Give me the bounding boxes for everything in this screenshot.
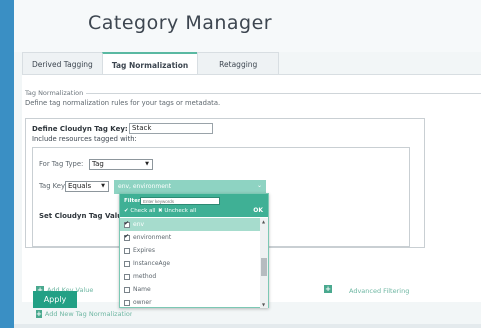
section-description: Define tag normalization rules for your … [25, 99, 221, 107]
checkbox-icon[interactable] [124, 286, 130, 293]
tag-values-display: env, environment [118, 183, 172, 190]
ok-button[interactable]: OK [253, 207, 263, 214]
check-all-button[interactable]: ✔ Check all [124, 208, 155, 214]
tab-tag-normalization[interactable]: Tag Normalization [101, 52, 199, 74]
chevron-down-icon: ▼ [145, 161, 149, 167]
list-item[interactable]: owner [120, 296, 260, 308]
tag-type-value: Tag [92, 160, 104, 168]
list-item[interactable]: env [120, 218, 260, 231]
category-manager-window: Category Manager Derived Tagging Tag Nor… [0, 0, 481, 328]
header: Category Manager [14, 0, 481, 52]
tag-key-label: Tag Key [39, 182, 65, 190]
advanced-filtering-label: Advanced Filtering [349, 287, 410, 295]
scroll-down-icon[interactable]: ▼ [262, 302, 265, 307]
list-item-label: InstanceAge [133, 260, 171, 267]
tag-values-dropdown[interactable]: env, environment ⌄ [114, 180, 266, 194]
plus-icon: + [36, 310, 42, 318]
list-item[interactable]: environment [120, 231, 260, 244]
bottom-border [14, 324, 481, 328]
tag-type-select[interactable]: Tag ▼ [89, 159, 153, 170]
page-title: Category Manager [88, 12, 273, 34]
list-item-label: environment [133, 234, 172, 241]
list-item[interactable]: method [120, 270, 260, 283]
chevron-down-icon: ▼ [101, 183, 105, 189]
list-item-label: env [133, 221, 145, 228]
list-item-label: owner [133, 299, 152, 306]
list-item-label: Expires [133, 247, 155, 254]
uncheck-all-button[interactable]: ✖ Uncheck all [158, 208, 196, 214]
add-new-tag-normalization-link[interactable]: + Add New Tag Normalization [36, 310, 132, 318]
list-item[interactable]: InstanceAge [120, 257, 260, 270]
filter-input[interactable] [140, 197, 220, 205]
set-value-label: Set Cloudyn Tag Value [39, 212, 119, 220]
operator-value: Equals [68, 182, 92, 190]
checkbox-icon[interactable] [124, 260, 130, 267]
checkbox-checked-icon[interactable] [124, 233, 130, 241]
list-item-label: method [133, 273, 157, 280]
tab-bar: Derived Tagging Tag Normalization Retagg… [22, 52, 280, 74]
advanced-filtering-link[interactable]: + [324, 285, 335, 293]
list-scrollbar[interactable]: ▲ ▼ [260, 218, 268, 308]
define-key-label: Define Cloudyn Tag Key: [32, 125, 128, 133]
operator-select[interactable]: Equals ▼ [65, 181, 109, 192]
tag-key-input[interactable]: Stack [129, 123, 213, 134]
tag-values-list: env environment Expires InstanceAge meth… [120, 218, 260, 308]
advanced-filtering-label-wrap[interactable]: Advanced Filtering [349, 287, 409, 295]
include-label: Include resources tagged with: [32, 135, 137, 143]
list-item[interactable]: Expires [120, 244, 260, 257]
chevron-down-icon: ⌄ [256, 182, 262, 189]
tab-retagging[interactable]: Retagging [197, 52, 280, 74]
checkbox-checked-icon[interactable] [124, 220, 130, 228]
list-item-label: Name [133, 286, 151, 293]
section-legend: Tag Normalization [25, 89, 87, 97]
tab-derived-tagging[interactable]: Derived Tagging [22, 52, 103, 74]
apply-button[interactable]: Apply [33, 291, 77, 308]
scroll-up-icon[interactable]: ▲ [262, 219, 265, 224]
checkbox-icon[interactable] [124, 273, 130, 280]
scrollbar-thumb[interactable] [261, 258, 267, 276]
list-item[interactable]: Name [120, 283, 260, 296]
plus-icon: + [324, 285, 332, 293]
tag-values-popup: Filter: ✔ Check all ✖ Uncheck all OK env… [119, 193, 269, 308]
checkbox-icon[interactable] [124, 247, 130, 254]
section-divider [68, 93, 481, 94]
for-tag-type-label: For Tag Type: [39, 160, 84, 168]
checkbox-icon[interactable] [124, 299, 130, 306]
add-new-tag-normalization-label: Add New Tag Normalization [44, 310, 132, 318]
filter-bar: Filter: ✔ Check all ✖ Uncheck all OK [120, 194, 268, 217]
